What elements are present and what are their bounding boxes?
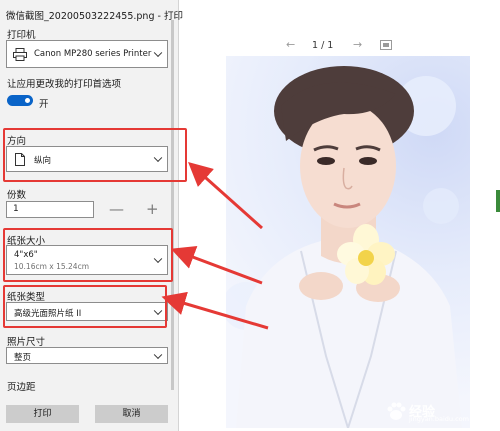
arrow-to-orientation xyxy=(188,162,263,230)
watermark-url: jingyan.baidu.com xyxy=(409,415,469,423)
annotation-arrows xyxy=(161,162,269,330)
arrow-to-paper-type xyxy=(161,291,269,330)
window-edge-strip xyxy=(496,190,500,212)
arrow-to-paper-size xyxy=(170,245,263,285)
baidu-watermark: 经验 jingyan.baidu.com xyxy=(385,400,485,424)
paw-logo-icon xyxy=(387,402,406,420)
